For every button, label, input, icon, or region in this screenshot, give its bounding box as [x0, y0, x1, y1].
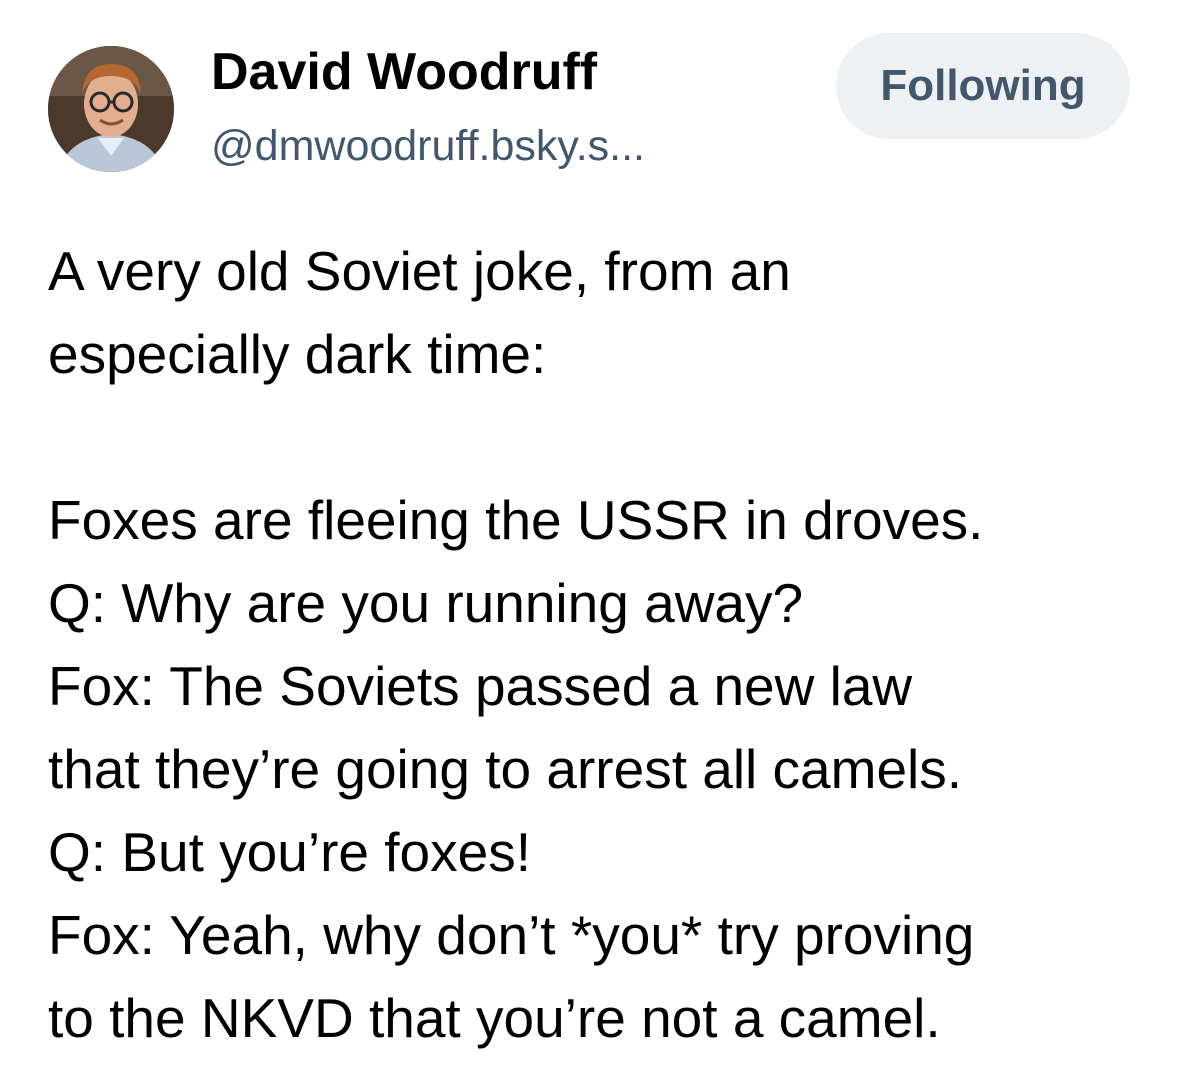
post-text-line: Fox: The Soviets passed a new law	[48, 655, 913, 717]
post-text-line: especially dark time:	[48, 323, 547, 385]
post-text-line	[48, 396, 1158, 479]
following-button[interactable]: Following	[836, 33, 1130, 139]
post-text-line: that they’re going to arrest all camels.	[48, 738, 963, 800]
post-text: A very old Soviet joke, from an especial…	[48, 230, 1158, 1060]
avatar-photo-icon	[48, 46, 174, 172]
post-text-line: to the NKVD that you’re not a camel.	[48, 987, 941, 1049]
post-text-line: Q: But you’re foxes!	[48, 821, 531, 883]
author-avatar[interactable]	[48, 46, 174, 172]
author-display-name[interactable]: David Woodruff	[211, 40, 597, 104]
post-text-line: Fox: Yeah, why don’t *you* try proving	[48, 904, 975, 966]
author-handle[interactable]: @dmwoodruff.bsky.s...	[211, 118, 645, 174]
post-text-line: Q: Why are you running away?	[48, 572, 804, 634]
post-text-line: A very old Soviet joke, from an	[48, 240, 791, 302]
post-text-line: Foxes are fleeing the USSR in droves.	[48, 489, 984, 551]
